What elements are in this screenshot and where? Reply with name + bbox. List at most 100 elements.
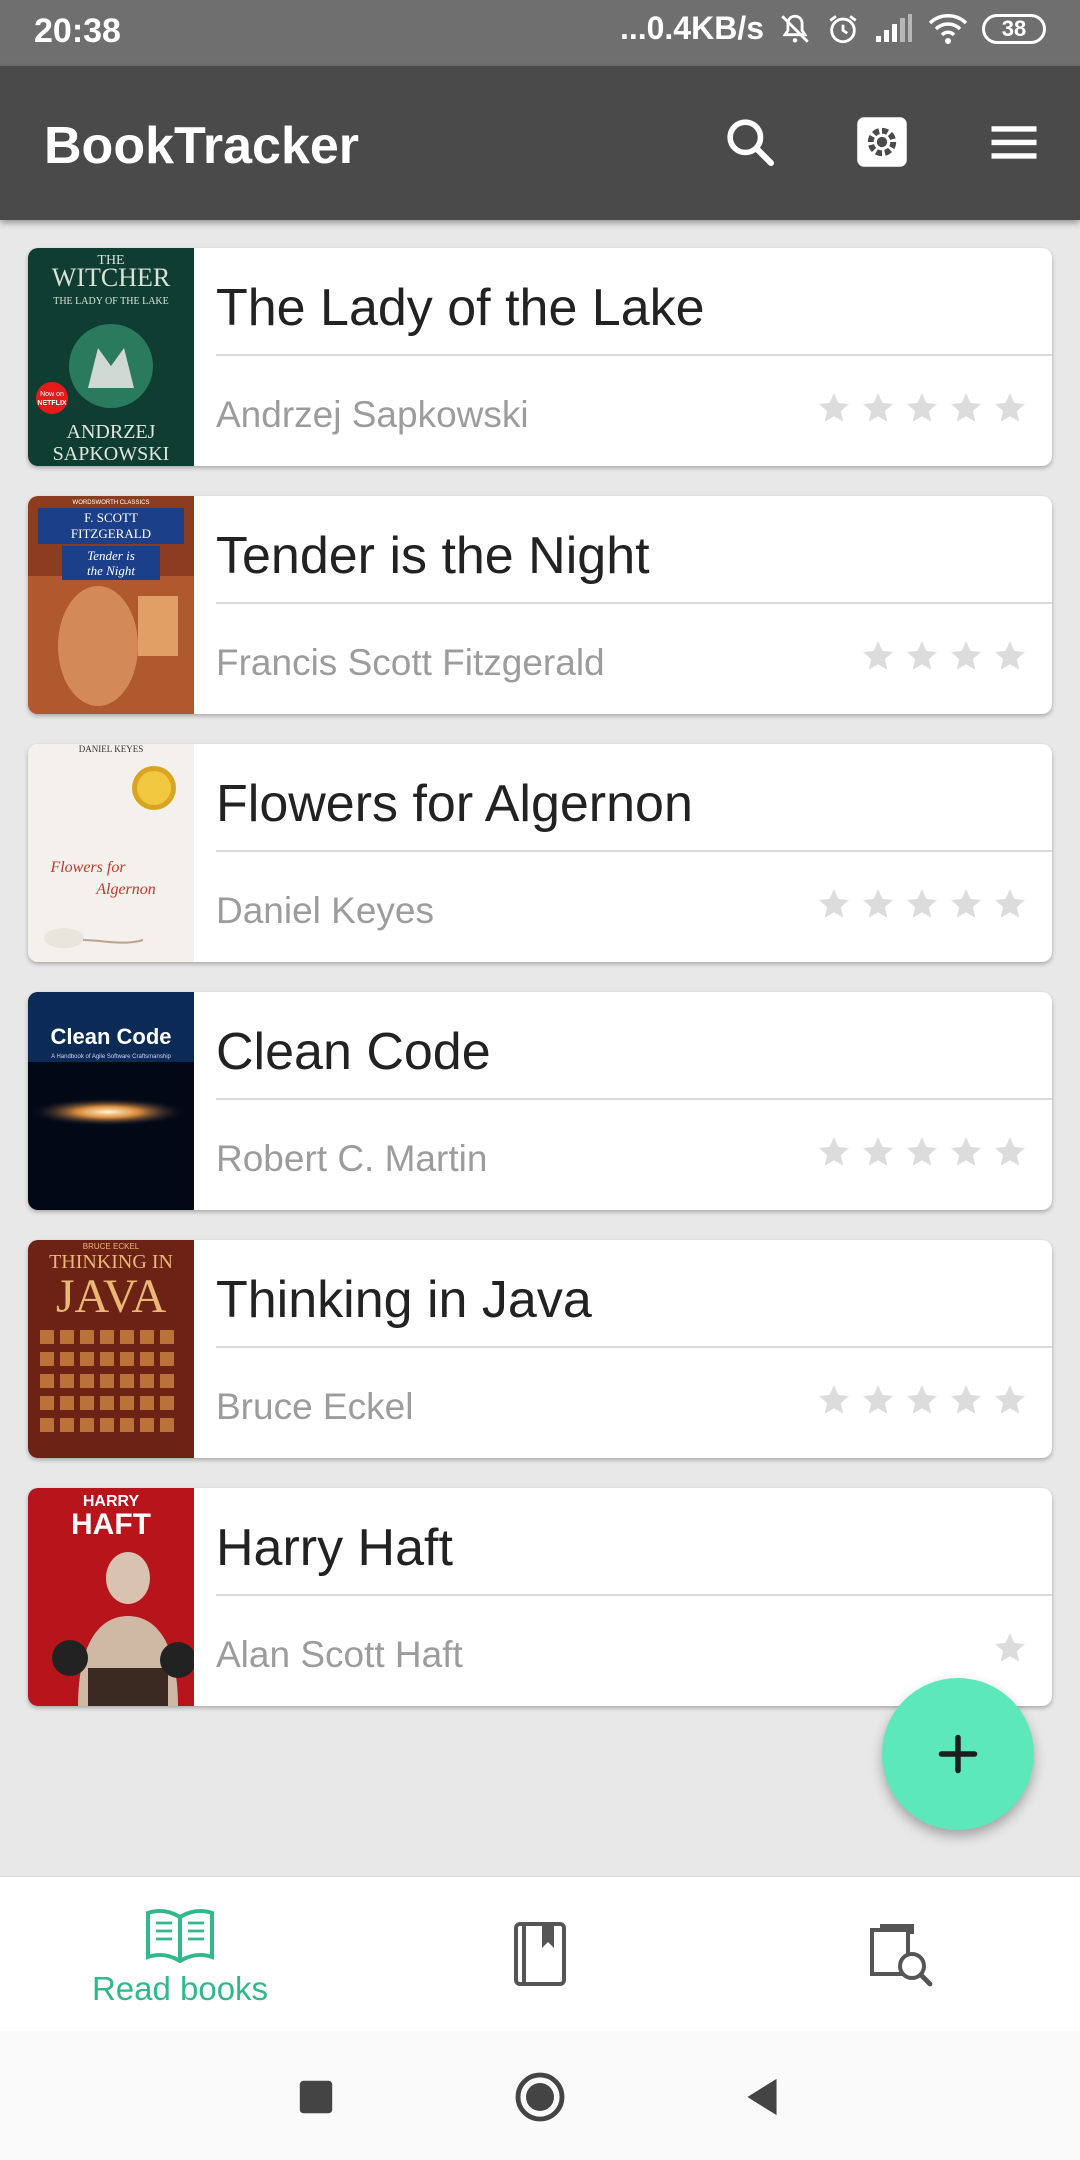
star-icon[interactable] xyxy=(904,886,940,922)
signal-icon xyxy=(874,13,914,44)
book-cover: Clean Code A Handbook of Agile Software … xyxy=(28,992,194,1210)
star-icon[interactable] xyxy=(992,1382,1028,1418)
star-icon[interactable] xyxy=(948,886,984,922)
star-icon[interactable] xyxy=(948,1134,984,1170)
status-time: 20:38 xyxy=(34,12,121,50)
open-book-icon xyxy=(146,1908,214,1964)
book-title: Clean Code xyxy=(216,1023,491,1081)
settings-icon xyxy=(857,117,907,167)
book-author: Andrzej Sapkowski xyxy=(216,394,529,435)
app-title: BookTracker xyxy=(44,117,360,175)
book-card[interactable]: DANIEL KEYES Flowers for Algernon Flower… xyxy=(28,744,1052,962)
search-button[interactable] xyxy=(718,110,782,174)
star-icon[interactable] xyxy=(904,638,940,674)
divider xyxy=(216,354,1052,356)
star-icon[interactable] xyxy=(816,390,852,426)
status-icons: ...0.4KB/s 38 xyxy=(620,10,1046,47)
star-icon[interactable] xyxy=(860,1134,896,1170)
book-author: Daniel Keyes xyxy=(216,890,435,931)
cover-text: ANDRZEJ xyxy=(67,421,156,443)
book-list: THE WITCHER THE LADY OF THE LAKE Now on … xyxy=(28,248,1052,1736)
book-card[interactable]: THE WITCHER THE LADY OF THE LAKE Now on … xyxy=(28,248,1052,466)
alarm-icon xyxy=(826,12,860,46)
book-cover: WORDSWORTH CLASSICS F. SCOTT FITZGERALD … xyxy=(28,496,194,714)
book-cover: BRUCE ECKEL THINKING IN JAVA xyxy=(28,1240,194,1458)
cover-text: DANIEL KEYES xyxy=(79,744,143,754)
book-title: Harry Haft xyxy=(216,1519,453,1577)
book-search-icon xyxy=(870,1924,933,1987)
cover-text: THE LADY OF THE LAKE xyxy=(53,296,169,307)
book-cover: DANIEL KEYES Flowers for Algernon xyxy=(28,744,194,962)
divider xyxy=(216,850,1052,852)
network-speed: ...0.4KB/s xyxy=(619,10,764,46)
star-icon[interactable] xyxy=(992,886,1028,922)
nav-to-read[interactable] xyxy=(390,1877,690,2031)
home-circle-icon xyxy=(515,2072,565,2122)
star-icon[interactable] xyxy=(948,1382,984,1418)
rating-stars xyxy=(816,1382,1028,1418)
book-cover: THE WITCHER THE LADY OF THE LAKE Now on … xyxy=(28,248,194,466)
recents-button[interactable] xyxy=(286,2067,346,2127)
star-icon[interactable] xyxy=(992,390,1028,426)
cover-text: HAFT xyxy=(71,1508,151,1541)
book-card[interactable]: WORDSWORTH CLASSICS F. SCOTT FITZGERALD … xyxy=(28,496,1052,714)
search-icon xyxy=(727,119,775,167)
book-author: Francis Scott Fitzgerald xyxy=(216,642,605,683)
cover-text: Now on xyxy=(40,391,64,398)
cover-text: F. SCOTT xyxy=(84,510,138,525)
star-icon[interactable] xyxy=(904,390,940,426)
back-triangle-icon xyxy=(747,2078,777,2116)
nav-read-books[interactable]: Read books xyxy=(30,1877,330,2031)
star-icon[interactable] xyxy=(816,1382,852,1418)
cover-text: WORDSWORTH CLASSICS xyxy=(73,500,150,506)
mute-icon xyxy=(778,12,812,46)
star-icon[interactable] xyxy=(860,886,896,922)
star-icon[interactable] xyxy=(860,390,896,426)
book-card[interactable]: Clean Code A Handbook of Agile Software … xyxy=(28,992,1052,1210)
star-icon[interactable] xyxy=(948,638,984,674)
cover-text: A Handbook of Agile Software Craftsmansh… xyxy=(51,1054,171,1060)
star-icon[interactable] xyxy=(816,1134,852,1170)
home-button[interactable] xyxy=(510,2067,570,2127)
wifi-icon xyxy=(928,13,968,45)
star-icon[interactable] xyxy=(948,390,984,426)
status-bar: 20:38 ...0.4KB/s 38 xyxy=(0,0,1080,66)
nav-search-books[interactable] xyxy=(750,1877,1050,2031)
divider xyxy=(216,1346,1052,1348)
rating-stars xyxy=(816,886,1028,922)
book-card[interactable]: HARRY HAFT Harry Haft Alan Scott Haft xyxy=(28,1488,1052,1706)
rating-stars xyxy=(816,390,1028,426)
book-card[interactable]: BRUCE ECKEL THINKING IN JAVA Thinking in… xyxy=(28,1240,1052,1458)
star-icon[interactable] xyxy=(992,1134,1028,1170)
plus-icon xyxy=(938,1734,978,1774)
book-title: The Lady of the Lake xyxy=(216,279,705,337)
book-cover: HARRY HAFT xyxy=(28,1488,194,1706)
book-title: Thinking in Java xyxy=(216,1271,592,1329)
book-title: Tender is the Night xyxy=(216,527,650,585)
back-button[interactable] xyxy=(732,2067,792,2127)
book-author: Bruce Eckel xyxy=(216,1386,414,1427)
settings-button[interactable] xyxy=(850,110,914,174)
star-icon[interactable] xyxy=(904,1382,940,1418)
cover-text: Tender is xyxy=(87,548,135,563)
star-icon[interactable] xyxy=(860,638,896,674)
cover-text: Flowers for xyxy=(49,859,126,876)
cover-text: Clean Code xyxy=(50,1024,171,1049)
star-icon[interactable] xyxy=(816,886,852,922)
star-icon[interactable] xyxy=(904,1134,940,1170)
book-title: Flowers for Algernon xyxy=(216,775,693,833)
nav-label: Read books xyxy=(91,1970,269,2007)
divider xyxy=(216,602,1052,604)
star-icon[interactable] xyxy=(992,1630,1028,1666)
book-author: Robert C. Martin xyxy=(216,1138,488,1179)
cover-text: FITZGERALD xyxy=(71,526,151,541)
bottom-navigation: Read books xyxy=(0,1876,1080,2032)
cover-text: NETFLIX xyxy=(37,400,66,407)
add-book-button[interactable] xyxy=(882,1678,1034,1830)
cover-text: BRUCE ECKEL xyxy=(83,1242,140,1251)
star-icon[interactable] xyxy=(992,638,1028,674)
star-icon[interactable] xyxy=(860,1382,896,1418)
menu-button[interactable] xyxy=(982,110,1046,174)
cover-text: Algernon xyxy=(95,881,156,898)
book-author: Alan Scott Haft xyxy=(216,1634,463,1675)
